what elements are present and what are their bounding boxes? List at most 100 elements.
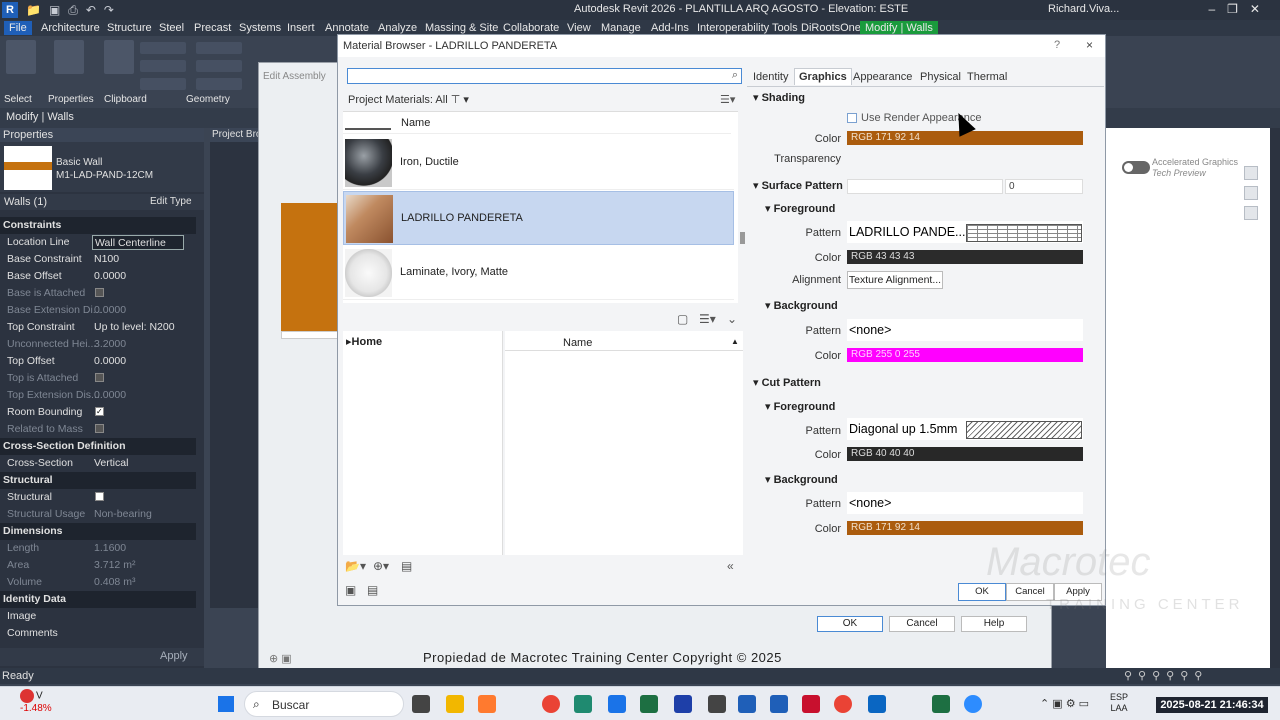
property-row[interactable]: Structural Usage Non-bearing [0,506,196,523]
accelerated-graphics-toggle[interactable] [1122,161,1150,174]
property-checkbox[interactable] [95,492,104,501]
texture-alignment-button[interactable]: Texture Alignment... [847,271,943,289]
cut-fg-pattern[interactable]: Diagonal up 1.5mm [847,418,1083,440]
copy-tool[interactable] [140,42,186,54]
property-section[interactable]: Dimensions [0,523,196,540]
property-row[interactable]: Top Extension Dis... 0.0000 [0,387,196,404]
zoom-icon[interactable] [1244,186,1258,200]
cut-bg-pattern[interactable]: <none> [847,492,1083,514]
surface-background-section[interactable]: ▾ Background [765,299,838,312]
instance-filter[interactable]: Walls (1) Edit Type [0,194,204,210]
window-controls[interactable]: –❐✕ [1209,2,1273,16]
edit-assembly-help-button[interactable]: Help [961,616,1027,632]
property-row[interactable]: Related to Mass [0,421,196,438]
property-dropdown[interactable]: Wall Centerline [92,235,184,250]
chrome-icon[interactable] [542,695,560,713]
app-icon-4[interactable] [708,695,726,713]
property-row[interactable]: Top Offset 0.0000 [0,353,196,370]
edit-assembly-ok-button[interactable]: OK [817,616,883,632]
surface-bg-color-swatch[interactable]: RGB 255 0 255 [847,348,1083,362]
revit-taskbar-icon[interactable] [738,695,756,713]
paste-tool[interactable] [104,40,134,74]
status-bar-icons[interactable]: ⚲⚲⚲⚲⚲⚲ [1124,669,1208,682]
edit-assembly-cancel-button[interactable]: Cancel [889,616,955,632]
tab-collaborate[interactable]: Collaborate [498,21,564,35]
cut-foreground-section[interactable]: ▾ Foreground [765,400,835,413]
library-manager-icon[interactable]: ⊕▾ [373,559,389,573]
cut-pattern-section[interactable]: ▾ Cut Pattern [753,376,821,389]
tab-annotate[interactable]: Annotate [320,21,374,35]
cut-background-section[interactable]: ▾ Background [765,473,838,486]
property-section[interactable]: Structural [0,472,196,489]
property-value[interactable]: 0.0000 [94,355,126,367]
property-row[interactable]: Structural [0,489,196,506]
geometry-tool-3[interactable] [196,78,242,90]
property-value[interactable]: 3.2000 [94,338,126,350]
tab-diroots[interactable]: DiRootsOne [796,21,866,35]
asset-browser-icon[interactable]: ▤ [401,559,412,573]
property-value[interactable]: 0.0000 [94,304,126,316]
property-checkbox[interactable] [95,288,104,297]
property-checkbox[interactable]: ✓ [95,407,104,416]
property-row[interactable]: Base is Attached [0,285,196,302]
properties-tool[interactable] [54,40,84,74]
material-list-scrollbar[interactable] [739,116,745,302]
property-row[interactable]: Area 3.712 m² [0,557,196,574]
transparency-value[interactable]: 0 [1005,179,1083,194]
cut-bg-color-swatch[interactable]: RGB 171 92 14 [847,521,1083,535]
collapse-icon[interactable]: ⌄ [727,312,737,326]
property-value[interactable]: Up to level: N200 [94,321,175,333]
geometry-tool-2[interactable] [196,60,242,72]
property-checkbox[interactable] [95,373,104,382]
app-icon-3[interactable] [674,695,692,713]
tab-view[interactable]: View [562,21,596,35]
material-row-iron-ductile[interactable]: Iron, Ductile [343,136,734,190]
tab-graphics[interactable]: Graphics [794,68,852,85]
library-home[interactable]: ▸Home [346,335,382,348]
tab-insert[interactable]: Insert [282,21,320,35]
duplicate-icon[interactable]: ▣ [345,583,356,597]
tab-add-ins[interactable]: Add-Ins [646,21,694,35]
property-value[interactable]: Vertical [94,457,128,469]
quick-access-toolbar[interactable]: 📁▣⎙↶↷ [26,3,122,18]
property-value[interactable]: Non-bearing [94,508,152,520]
tab-file[interactable]: File [4,21,32,35]
system-tray[interactable]: ⌃ ▣ ⚙ ▭ [1040,697,1089,710]
tab-precast[interactable]: Precast [189,21,236,35]
tab-massing-site[interactable]: Massing & Site [420,21,503,35]
preview-toggle-icon[interactable]: ⊕ ▣ [269,652,309,666]
use-render-appearance-checkbox[interactable] [847,113,857,123]
tab-thermal[interactable]: Thermal [967,71,1007,83]
property-row[interactable]: Image [0,608,196,625]
revit-logo-icon[interactable]: R [2,2,18,18]
file-explorer-icon[interactable] [446,695,464,713]
app-icon-2[interactable] [608,695,626,713]
property-section[interactable]: Identity Data [0,591,196,608]
filter-icon[interactable]: ⊤ ▾ [451,94,469,106]
apply-button[interactable]: Apply [160,650,188,662]
tab-systems[interactable]: Systems [234,21,286,35]
property-row[interactable]: Length 1.1600 [0,540,196,557]
property-section[interactable]: Constraints [0,217,196,234]
property-row[interactable]: Comments [0,625,196,642]
join-tool[interactable] [140,78,186,90]
rename-icon[interactable]: ▤ [367,583,378,597]
material-list-header[interactable]: Name [343,112,731,134]
copilot-icon[interactable] [478,695,496,713]
library-header[interactable]: Name ▲ [505,333,743,351]
app-icon-1[interactable] [574,695,592,713]
app-icon-5[interactable] [868,695,886,713]
surface-fg-pattern[interactable]: LADRILLO PANDE... [847,221,1083,243]
material-search-input[interactable] [348,69,718,83]
close-icon[interactable]: × [1086,38,1093,52]
transparency-slider[interactable] [847,179,1003,194]
modify-tool[interactable] [6,40,36,74]
windows-start-icon[interactable] [218,696,234,712]
panel-toggle-icon[interactable]: ▢ [677,312,688,326]
excel-icon-2[interactable] [932,695,950,713]
language-indicator[interactable]: ESP LAA [1110,692,1128,714]
property-value[interactable]: 3.712 m² [94,559,135,571]
zoom-icon[interactable] [964,695,982,713]
taskbar-search[interactable]: ⌕ Buscar [244,691,404,717]
property-row[interactable]: Location Line Wall Centerline [0,234,196,251]
